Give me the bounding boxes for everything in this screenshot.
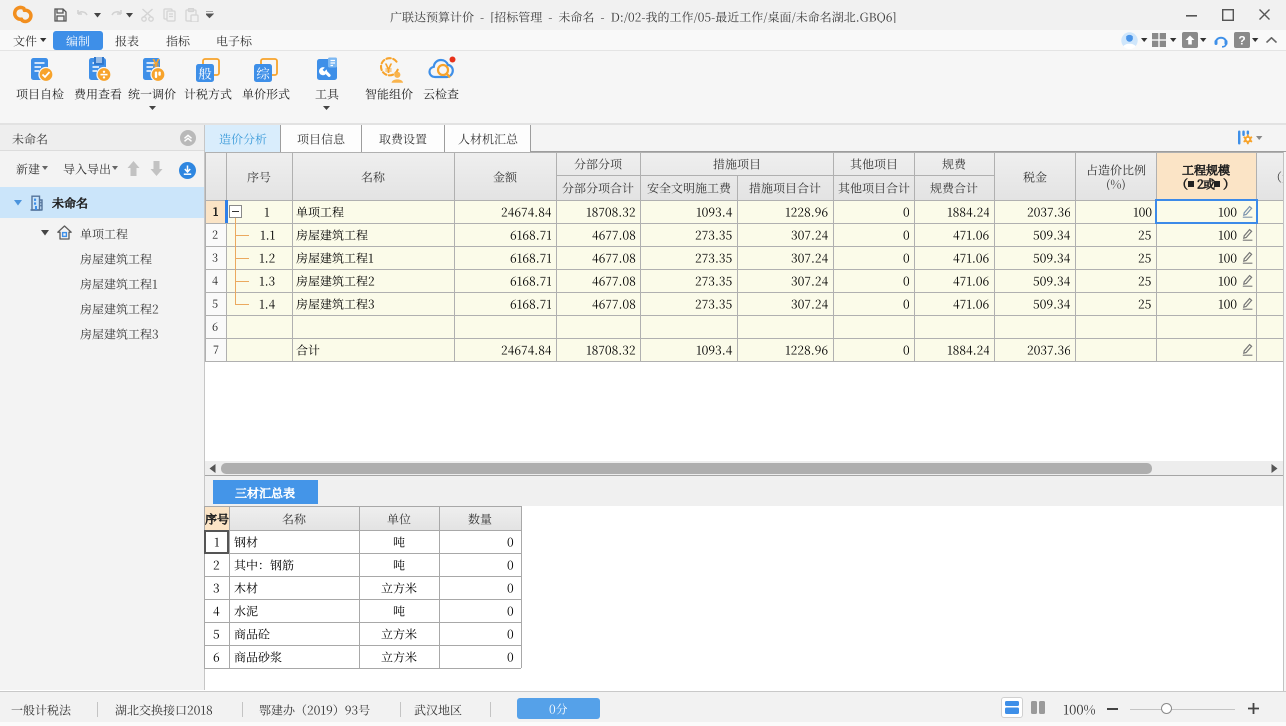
svg-text:?: ? [1238, 34, 1245, 48]
svg-text:¥: ¥ [385, 61, 393, 76]
